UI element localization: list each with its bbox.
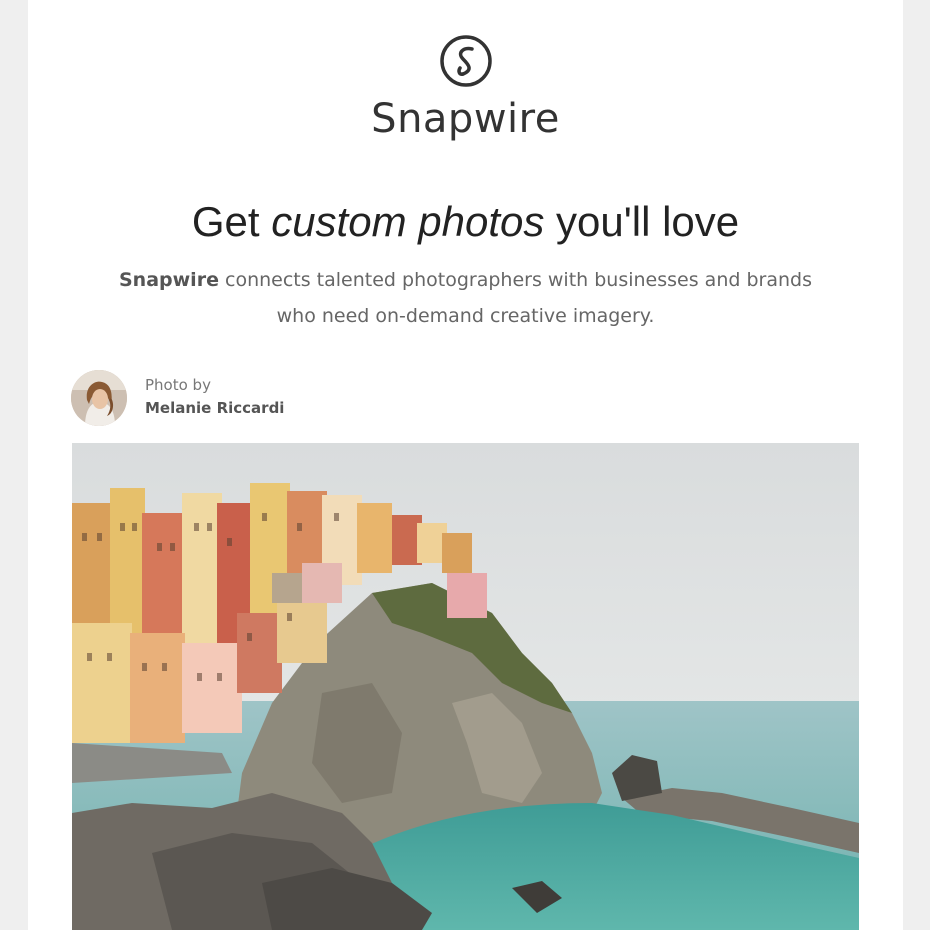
- headline: Get custom photos you'll love: [28, 198, 903, 246]
- subheadline-line2: who need on-demand creative imagery.: [276, 305, 655, 327]
- avatar-image: [71, 370, 127, 426]
- subheadline: Snapwire connects talented photographers…: [28, 262, 903, 334]
- brand-name: Snapwire: [371, 96, 560, 142]
- credit-label: Photo by: [145, 376, 211, 394]
- headline-post: you'll love: [544, 198, 740, 245]
- cliffside-village-photo: [72, 443, 859, 930]
- email-card: Snapwire Get custom photos you'll love S…: [28, 0, 903, 930]
- brand-logo[interactable]: [28, 34, 903, 93]
- snapwire-logo-icon: [439, 35, 492, 87]
- featured-photo[interactable]: [72, 443, 859, 930]
- avatar[interactable]: [71, 370, 127, 426]
- headline-pre: Get: [191, 198, 272, 245]
- subheadline-line1: connects talented photographers with bus…: [218, 269, 812, 291]
- headline-emphasis: custom photos: [271, 198, 545, 245]
- subheadline-brand: Snapwire: [119, 269, 219, 291]
- photographer-name[interactable]: Melanie Riccardi: [145, 399, 284, 417]
